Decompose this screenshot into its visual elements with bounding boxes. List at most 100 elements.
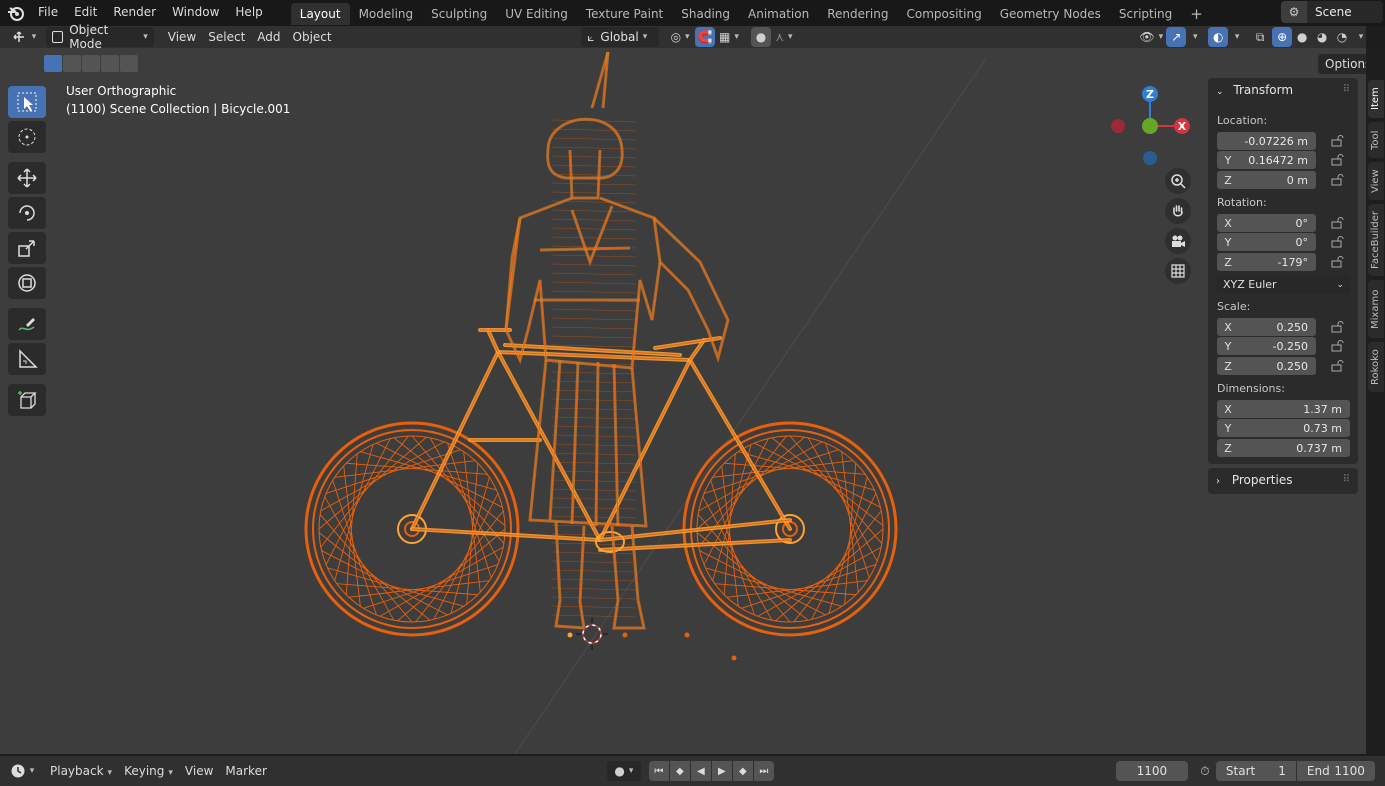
tab-geometry-nodes[interactable]: Geometry Nodes [991, 3, 1110, 25]
menu-view[interactable]: View [179, 761, 219, 781]
dimensions-y-field[interactable]: Y 0.73 m [1217, 419, 1350, 437]
rendered-shading-icon[interactable]: ◔ [1332, 27, 1352, 47]
mode-dropdown[interactable]: Object Mode ▾ [45, 23, 154, 51]
menu-help[interactable]: Help [227, 0, 270, 26]
falloff-icon[interactable]: ⋏ ▾ [771, 27, 797, 47]
lock-icon[interactable] [1331, 174, 1345, 186]
next-keyframe-icon[interactable]: ◆ [732, 761, 753, 781]
xray-toggle-icon[interactable]: ⧉ [1248, 27, 1272, 47]
location-y-field[interactable]: Y 0.16472 m [1217, 151, 1316, 169]
prev-keyframe-icon[interactable]: ◆ [669, 761, 690, 781]
tab-uv-editing[interactable]: UV Editing [496, 3, 577, 25]
scale-tool[interactable] [8, 232, 46, 264]
auto-keying-icon[interactable]: ● ▾ [606, 761, 641, 781]
menu-playback[interactable]: Playback ▾ [44, 761, 118, 781]
jump-start-icon[interactable]: ⏮ [648, 761, 669, 781]
jump-end-icon[interactable]: ⏭ [753, 761, 774, 781]
3d-viewport[interactable]: Z X Options [0, 48, 1366, 754]
camera-icon[interactable] [1165, 228, 1191, 254]
select-intersect-icon[interactable] [120, 55, 138, 72]
location-x-field[interactable]: -0.07226 m [1217, 132, 1316, 150]
tab-rendering[interactable]: Rendering [818, 3, 897, 25]
options-dropdown[interactable]: Options [1318, 54, 1366, 74]
dimensions-z-field[interactable]: Z 0.737 m [1217, 439, 1350, 457]
stopwatch-icon[interactable]: ⏱ [1194, 761, 1216, 781]
scale-z-field[interactable]: Z 0.250 [1217, 357, 1316, 375]
snap-toggle-icon[interactable]: 🧲 [695, 27, 716, 47]
tab-animation[interactable]: Animation [739, 3, 818, 25]
tab-view[interactable]: View [1368, 162, 1384, 200]
menu-select[interactable]: Select [202, 27, 251, 47]
lock-icon[interactable] [1331, 321, 1345, 333]
overlays-toggle-icon[interactable]: ◐ [1208, 27, 1229, 47]
visibility-icon[interactable]: 👁 ▾ [1136, 27, 1166, 47]
lock-icon[interactable] [1331, 154, 1345, 166]
tab-layout[interactable]: Layout [290, 3, 350, 25]
menu-marker[interactable]: Marker [219, 761, 272, 781]
grid-perspective-icon[interactable] [1165, 258, 1191, 284]
end-frame-field[interactable]: End 1100 [1296, 761, 1375, 781]
select-extend-icon[interactable] [63, 55, 81, 72]
add-cube-tool[interactable] [8, 384, 46, 416]
menu-view[interactable]: View [162, 27, 202, 47]
scene-selector[interactable]: ⚙ Scene [1281, 1, 1383, 23]
select-subtract-icon[interactable] [82, 55, 100, 72]
rotation-z-field[interactable]: Z -179° [1217, 253, 1316, 271]
play-icon[interactable]: ▶ [711, 761, 732, 781]
tab-scripting[interactable]: Scripting [1110, 3, 1181, 25]
tab-texture-paint[interactable]: Texture Paint [577, 3, 672, 25]
rotate-tool[interactable] [8, 197, 46, 229]
select-invert-icon[interactable] [101, 55, 119, 72]
editor-type-icon[interactable]: ▾ [6, 27, 42, 47]
current-frame-field[interactable]: 1100 [1115, 761, 1188, 781]
blender-logo-icon[interactable] [6, 3, 26, 23]
lock-icon[interactable] [1331, 236, 1345, 248]
material-shading-icon[interactable]: ◕ [1312, 27, 1332, 47]
chevron-down-icon[interactable]: ▾ [1228, 27, 1242, 47]
tab-item[interactable]: Item [1368, 80, 1384, 118]
menu-add[interactable]: Add [251, 27, 286, 47]
chevron-down-icon[interactable]: ▾ [1186, 27, 1200, 47]
scale-y-field[interactable]: Y -0.250 [1217, 337, 1316, 355]
proportional-edit-icon[interactable]: ● [750, 27, 771, 47]
tab-sculpting[interactable]: Sculpting [422, 3, 496, 25]
transform-tool[interactable] [8, 267, 46, 299]
lock-icon[interactable] [1331, 217, 1345, 229]
move-tool[interactable] [8, 162, 46, 194]
start-frame-field[interactable]: Start 1 [1215, 761, 1296, 781]
drag-handle-icon[interactable]: ⠿ [1343, 468, 1350, 492]
gizmo-toggle-icon[interactable]: ↗ [1166, 27, 1187, 47]
lock-icon[interactable] [1331, 340, 1345, 352]
pan-hand-icon[interactable] [1165, 198, 1191, 224]
scale-x-field[interactable]: X 0.250 [1217, 318, 1316, 336]
location-z-field[interactable]: Z0 m [1217, 171, 1316, 189]
lock-icon[interactable] [1331, 135, 1345, 147]
measure-tool[interactable] [8, 343, 46, 375]
dimensions-x-field[interactable]: X 1.37 m [1217, 400, 1350, 418]
select-new-icon[interactable] [44, 55, 62, 72]
cursor-tool[interactable] [8, 121, 46, 153]
tab-rokoko[interactable]: Rokoko [1368, 342, 1384, 392]
tab-tool[interactable]: Tool [1368, 122, 1384, 158]
lock-icon[interactable] [1331, 360, 1345, 372]
rotation-mode-dropdown[interactable]: XYZ Euler ⌄ [1217, 276, 1350, 294]
wireframe-shading-icon[interactable]: ⊕ [1272, 27, 1293, 47]
select-box-tool[interactable] [8, 86, 46, 118]
snap-target-icon[interactable]: ▦ ▾ [715, 27, 743, 47]
pivot-point-icon[interactable]: ◎ ▾ [665, 27, 695, 47]
add-workspace-button[interactable]: + [1181, 3, 1212, 25]
tab-shading[interactable]: Shading [672, 3, 739, 25]
clock-editor-icon[interactable]: ▾ [6, 761, 38, 781]
lock-icon[interactable] [1331, 256, 1345, 268]
chevron-down-icon[interactable]: ▾ [1352, 27, 1366, 47]
drag-handle-icon[interactable]: ⠿ [1343, 78, 1350, 102]
menu-window[interactable]: Window [164, 0, 227, 26]
tab-facebuilder[interactable]: FaceBuilder [1368, 204, 1384, 276]
solid-shading-icon[interactable]: ● [1292, 27, 1312, 47]
scene-name[interactable]: Scene [1315, 5, 1352, 19]
rotation-y-field[interactable]: Y 0° [1217, 233, 1316, 251]
tab-compositing[interactable]: Compositing [897, 3, 990, 25]
transform-panel-header[interactable]: ⌄ Transform ⠿ [1208, 78, 1358, 102]
play-reverse-icon[interactable]: ◀ [690, 761, 711, 781]
transform-orientation-dropdown[interactable]: ⟀ Global ▾ [581, 27, 660, 47]
